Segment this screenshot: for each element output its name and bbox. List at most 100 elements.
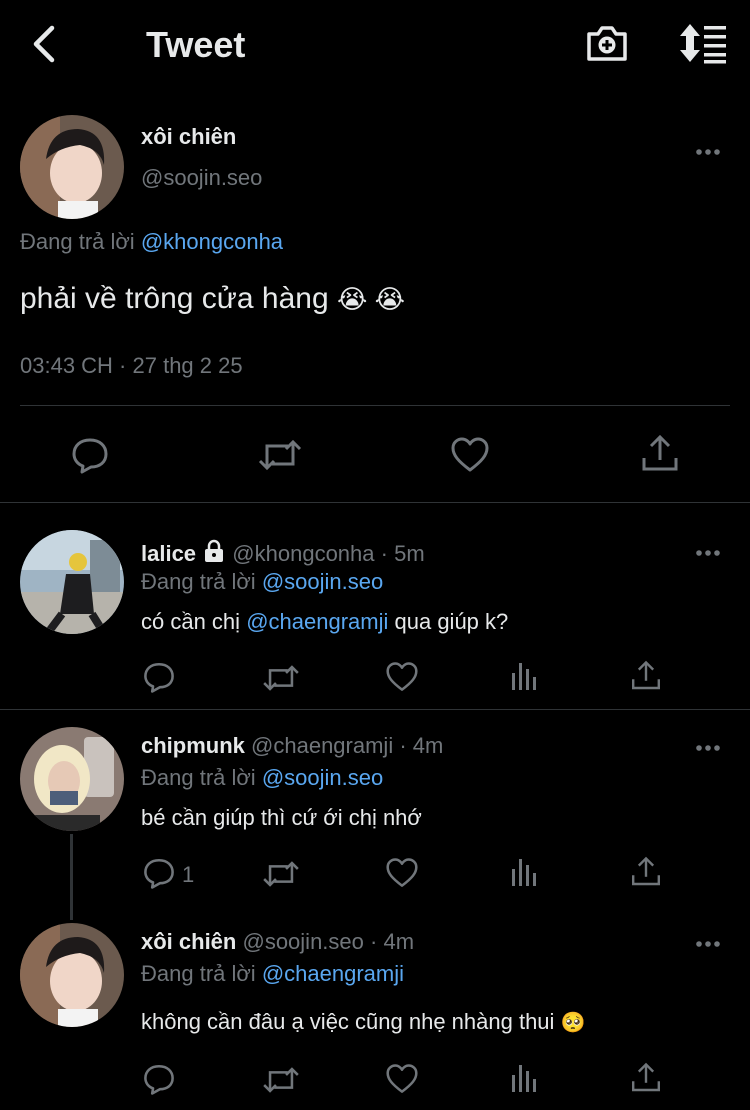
sort-button[interactable] [676, 22, 728, 64]
reply-header: xôi chiên @soojin.seo · 4m [141, 929, 414, 955]
author-handle[interactable]: @chaengramji [251, 733, 393, 758]
more-options-button[interactable] [695, 740, 721, 751]
page-title: Tweet [146, 24, 246, 65]
more-dots-icon [696, 941, 720, 947]
retweet-button[interactable] [262, 662, 300, 694]
tweet-text: phải về trông cửa hàng 😭 😭 [20, 282, 405, 316]
heart-icon [386, 858, 418, 887]
tweet-timestamp: 03:43 CH · 27 thg 2 25 [20, 353, 243, 378]
reply-icon [144, 858, 174, 889]
chevron-left-icon [33, 25, 55, 63]
tweet-body: phải về trông cửa hàng [20, 282, 329, 315]
retweet-icon [263, 665, 299, 691]
analytics-icon [512, 663, 536, 690]
retweet-icon [263, 861, 299, 887]
analytics-icon [512, 1065, 536, 1092]
heart-icon [451, 437, 489, 472]
reply-button[interactable] [142, 856, 176, 890]
reply-header: lalice @khongconha · 5m [141, 539, 425, 569]
share-icon [632, 660, 660, 690]
analytics-button[interactable] [510, 661, 538, 691]
avatar[interactable] [20, 923, 124, 1027]
thread-connector [70, 834, 73, 920]
replying-prefix: Đang trả lời [141, 765, 256, 790]
reply-button[interactable] [70, 435, 110, 475]
retweet-button[interactable] [262, 858, 300, 890]
divider [0, 502, 750, 503]
like-button[interactable] [385, 1063, 419, 1095]
heart-icon [386, 1064, 418, 1093]
reply-text: bé cần giúp thì cứ ới chị nhớ [141, 805, 422, 830]
reply-time: · 4m [370, 929, 415, 954]
reply-header: chipmunk @chaengramji · 4m [141, 733, 443, 759]
analytics-icon [512, 859, 536, 886]
share-button[interactable] [630, 660, 662, 692]
heart-icon [386, 662, 418, 691]
reply-button[interactable] [142, 660, 176, 694]
more-options-button[interactable] [695, 936, 721, 947]
more-dots-icon [696, 149, 720, 155]
replying-prefix: Đang trả lời [20, 229, 135, 254]
analytics-button[interactable] [510, 1063, 538, 1093]
replying-to-line: Đang trả lời @khongconha [20, 229, 283, 255]
share-button[interactable] [630, 1062, 662, 1094]
camera-button[interactable] [585, 22, 629, 64]
reply-emoji: 🥺 [560, 1012, 586, 1034]
retweet-button[interactable] [262, 1064, 300, 1096]
author-name[interactable]: chipmunk [141, 733, 245, 758]
share-icon [642, 434, 678, 471]
reply-button[interactable] [142, 1062, 176, 1096]
more-options-button[interactable] [695, 144, 721, 155]
tweet-emoji: 😭 😭 [336, 284, 405, 314]
share-icon [632, 856, 660, 886]
reply-text-before: có cần chị [141, 609, 241, 634]
reply-icon [144, 662, 174, 693]
divider [0, 709, 750, 710]
replying-to-link[interactable]: @khongconha [141, 229, 283, 254]
share-button[interactable] [630, 856, 662, 888]
author-handle[interactable]: @soojin.seo [141, 165, 262, 191]
reply-count: 1 [182, 862, 195, 887]
more-options-button[interactable] [695, 545, 721, 556]
reply-body: không cần đâu ạ việc cũng nhẹ nhàng thui [141, 1009, 555, 1034]
like-button[interactable] [450, 436, 490, 474]
share-button[interactable] [640, 434, 680, 474]
author-handle[interactable]: @khongconha [232, 541, 374, 566]
avatar[interactable] [20, 115, 124, 219]
mention-link[interactable]: @chaengramji [246, 609, 388, 634]
replying-to-line: Đang trả lời @soojin.seo [141, 569, 383, 595]
replying-to-line: Đang trả lời @chaengramji [141, 961, 404, 987]
replying-to-link[interactable]: @chaengramji [262, 961, 404, 986]
reply-icon [144, 1064, 174, 1095]
author-handle[interactable]: @soojin.seo [242, 929, 363, 954]
retweet-button[interactable] [258, 436, 302, 474]
retweet-icon [258, 439, 302, 471]
retweet-icon [263, 1067, 299, 1093]
like-button[interactable] [385, 857, 419, 889]
reply-icon [72, 438, 108, 474]
like-button[interactable] [385, 661, 419, 693]
more-dots-icon [696, 745, 720, 751]
reply-text: không cần đâu ạ việc cũng nhẹ nhàng thui… [141, 1009, 585, 1035]
replying-to-link[interactable]: @soojin.seo [262, 569, 383, 594]
analytics-button[interactable] [510, 857, 538, 887]
divider [20, 405, 730, 406]
replying-prefix: Đang trả lời [141, 569, 256, 594]
camera-add-icon [587, 26, 627, 61]
sort-list-icon [680, 24, 726, 64]
author-name[interactable]: lalice [141, 541, 196, 566]
author-name[interactable]: xôi chiên [141, 929, 236, 954]
share-icon [632, 1062, 660, 1092]
reply-text: có cần chị @chaengramji qua giúp k? [141, 609, 508, 635]
lock-icon [202, 539, 226, 569]
avatar[interactable] [20, 727, 124, 831]
replying-prefix: Đang trả lời [141, 961, 256, 986]
replying-to-link[interactable]: @soojin.seo [262, 765, 383, 790]
author-name[interactable]: xôi chiên [141, 124, 236, 150]
back-button[interactable] [28, 24, 60, 64]
reply-time: · 5m [380, 541, 425, 566]
reply-text-after: qua giúp k? [394, 609, 509, 634]
avatar[interactable] [20, 530, 124, 634]
replying-to-line: Đang trả lời @soojin.seo [141, 765, 383, 791]
more-dots-icon [696, 550, 720, 556]
